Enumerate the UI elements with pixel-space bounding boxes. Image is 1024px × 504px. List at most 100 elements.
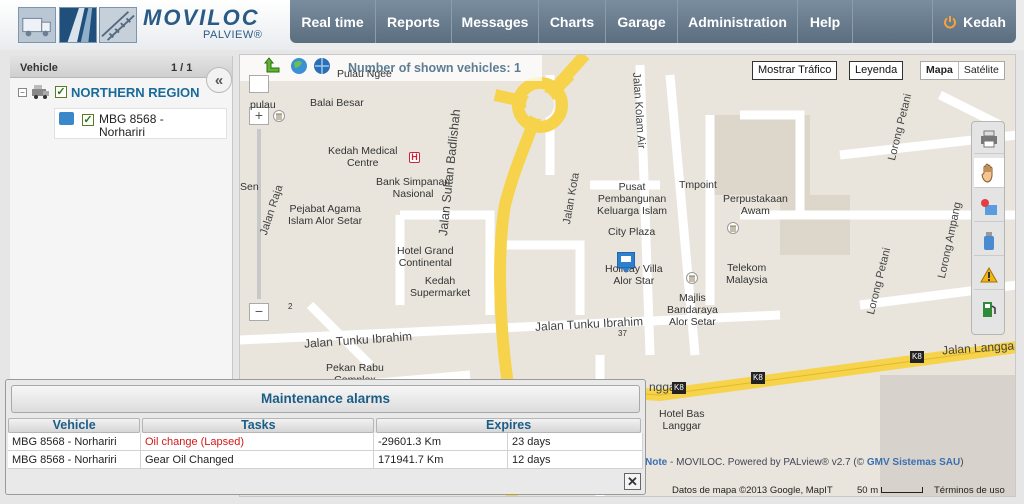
legend-button[interactable]: Leyenda bbox=[849, 61, 904, 80]
place-pulau-ngee: Pulau Ngee bbox=[337, 68, 392, 80]
place-kedah-supermarket: Kedah Supermarket bbox=[410, 275, 471, 299]
route-k8-shield-3: K8 bbox=[672, 382, 686, 394]
road-number-37: 37 bbox=[618, 329, 627, 338]
route-k8-shield-1: K8 bbox=[910, 351, 924, 363]
cell-days: 23 days bbox=[508, 433, 643, 450]
place-pusat-pembangunan: Pusat Pembangunan Keluarga Islam bbox=[597, 181, 668, 217]
place-majlis: Majlis Bandaraya Alor Setar bbox=[667, 292, 718, 328]
app-header: MOVILOC PALVIEW® Real time Reports Messa… bbox=[0, 0, 1024, 50]
table-row[interactable]: MBG 8568 - Norhariri Oil change (Lapsed)… bbox=[8, 433, 643, 451]
fuel-tool-button[interactable] bbox=[974, 226, 1004, 256]
warning-icon bbox=[980, 266, 998, 282]
gas-station-tool-button[interactable] bbox=[974, 294, 1004, 324]
column-tasks[interactable]: Tasks bbox=[142, 418, 375, 433]
close-maintenance-button[interactable]: ✕ bbox=[624, 473, 641, 490]
region-checkbox[interactable]: ✓ bbox=[55, 86, 67, 98]
alert-tool-button[interactable] bbox=[974, 260, 1004, 290]
vehicle-count: 1 / 1 bbox=[171, 62, 193, 74]
maintenance-table: Vehicle Tasks Expires MBG 8568 - Norhari… bbox=[8, 418, 643, 469]
vehicle-panel: Vehicle 1 / 1 − ✓ NORTHERN REGION ✓ MBG … bbox=[10, 56, 233, 386]
vehicle-map-marker[interactable] bbox=[617, 252, 635, 274]
vehicle-checkbox[interactable]: ✓ bbox=[82, 114, 94, 126]
nav-item-help[interactable]: Help bbox=[798, 0, 853, 43]
place-perpustakaan: Perpustakaan Awam bbox=[723, 193, 788, 217]
cell-task: Gear Oil Changed bbox=[141, 451, 374, 468]
route-k8-shield-2: K8 bbox=[751, 372, 765, 384]
landmark-icon bbox=[273, 110, 285, 122]
pan-arrow-icon[interactable] bbox=[264, 57, 282, 75]
vehicle-icon bbox=[59, 112, 74, 125]
road-number-2: 2 bbox=[288, 302, 293, 311]
nav-item-real-time[interactable]: Real time bbox=[290, 0, 376, 43]
brand-name: MOVILOC bbox=[143, 5, 260, 30]
nav-item-reports[interactable]: Reports bbox=[376, 0, 452, 43]
map-type-map[interactable]: Mapa bbox=[921, 62, 959, 79]
cell-km: 171941.7 Km bbox=[374, 451, 508, 468]
fleet-icon bbox=[32, 85, 49, 99]
truck-logo-icon bbox=[18, 7, 56, 43]
globe-green-icon[interactable] bbox=[290, 57, 308, 75]
map-footer-note: Note - MOVILOC. Powered by PALview® v2.7… bbox=[645, 457, 964, 468]
collapse-panel-button[interactable]: « bbox=[206, 67, 232, 93]
zoom-out-button[interactable]: − bbox=[249, 303, 269, 321]
map-tools bbox=[971, 121, 1005, 335]
cell-vehicle: MBG 8568 - Norhariri bbox=[8, 433, 141, 450]
region-row[interactable]: − ✓ NORTHERN REGION bbox=[18, 84, 200, 100]
nav-item-garage[interactable]: Garage bbox=[606, 0, 678, 43]
vehicle-panel-title: Vehicle bbox=[20, 62, 58, 74]
cell-km: -29601.3 Km bbox=[374, 433, 508, 450]
print-tool-button[interactable] bbox=[974, 124, 1004, 154]
place-kedah-medical: Kedah Medical Centre bbox=[328, 145, 398, 169]
nav-item-charts[interactable]: Charts bbox=[539, 0, 606, 43]
hospital-icon: H bbox=[409, 152, 420, 163]
cell-task: Oil change (Lapsed) bbox=[141, 433, 374, 450]
place-hotel-grand: Hotel Grand Continental bbox=[397, 245, 454, 269]
map-terms-link[interactable]: Términos de uso bbox=[934, 485, 1005, 496]
globe-blue-icon[interactable] bbox=[313, 57, 331, 75]
rail-logo-icon bbox=[99, 7, 137, 43]
maintenance-title: Maintenance alarms bbox=[11, 385, 640, 413]
cell-days: 12 days bbox=[508, 451, 643, 468]
region-name[interactable]: NORTHERN REGION bbox=[71, 85, 200, 100]
main-nav: Real time Reports Messages Charts Garage… bbox=[290, 0, 1016, 43]
user-name: Kedah bbox=[963, 13, 1006, 30]
place-pejabat-agama: Pejabat Agama Islam Alor Setar bbox=[288, 203, 363, 227]
poi-tool-button[interactable] bbox=[974, 192, 1004, 222]
zoom-track[interactable] bbox=[257, 129, 261, 299]
place-pulau-left: pulau bbox=[250, 99, 276, 111]
print-icon bbox=[981, 130, 997, 147]
logo-area: MOVILOC PALVIEW® bbox=[0, 0, 290, 50]
traffic-button[interactable]: Mostrar Tráfico bbox=[752, 61, 838, 80]
cell-vehicle: MBG 8568 - Norhariri bbox=[8, 451, 141, 468]
table-header: Vehicle Tasks Expires bbox=[8, 418, 643, 433]
user-logout-button[interactable]: Kedah bbox=[932, 0, 1016, 43]
vehicle-panel-header: Vehicle 1 / 1 bbox=[10, 56, 232, 78]
power-icon bbox=[944, 15, 957, 28]
place-telekom: Telekom Malaysia bbox=[726, 262, 768, 286]
column-expires[interactable]: Expires bbox=[376, 418, 641, 433]
library-icon bbox=[727, 222, 739, 234]
place-city-plaza: City Plaza bbox=[608, 226, 656, 238]
bottle-icon bbox=[984, 231, 994, 250]
brand-subtitle: PALVIEW® bbox=[203, 29, 263, 41]
vehicle-item[interactable]: ✓ MBG 8568 - Norhariri bbox=[54, 108, 227, 139]
map-copyright: Datos de mapa ©2013 Google, MapIT bbox=[672, 485, 833, 496]
table-row[interactable]: MBG 8568 - Norhariri Gear Oil Changed 17… bbox=[8, 451, 643, 469]
hand-icon bbox=[981, 163, 993, 183]
map-scale: 50 m bbox=[857, 485, 923, 496]
map-pan-handle[interactable] bbox=[249, 75, 269, 93]
column-vehicle[interactable]: Vehicle bbox=[8, 418, 141, 433]
nav-item-messages[interactable]: Messages bbox=[452, 0, 539, 43]
map-type-satellite[interactable]: Satélite bbox=[959, 62, 1004, 79]
nav-item-administration[interactable]: Administration bbox=[678, 0, 798, 43]
government-icon bbox=[686, 272, 698, 284]
road-logo-icon bbox=[59, 7, 97, 43]
pan-tool-button[interactable] bbox=[974, 158, 1004, 188]
place-sen: Sen bbox=[240, 181, 259, 193]
zoom-control: + − bbox=[249, 75, 269, 325]
collapse-tree-icon[interactable]: − bbox=[18, 87, 27, 97]
maintenance-alarms-panel: Maintenance alarms Vehicle Tasks Expires… bbox=[5, 379, 646, 495]
place-hotel-bas: Hotel Bas Langgar bbox=[659, 408, 705, 432]
gas-pump-icon bbox=[983, 302, 996, 317]
vehicle-name[interactable]: MBG 8568 - Norhariri bbox=[99, 113, 209, 139]
